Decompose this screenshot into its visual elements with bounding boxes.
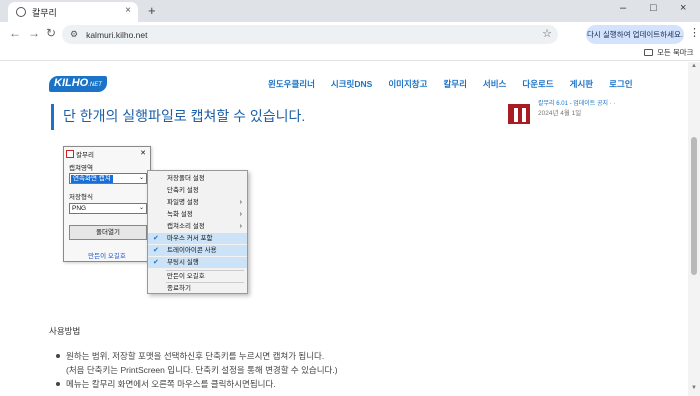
tab-kalmuri[interactable]: 칼무리 ×: [8, 2, 138, 22]
menu-item-label: 파일명 설정: [167, 199, 199, 206]
menu-item-label: 저장폴더 설정: [167, 175, 205, 182]
check-icon: ✔: [153, 259, 159, 266]
menu-kebab-icon[interactable]: ⋮: [689, 26, 700, 39]
tab-title: 칼무리: [32, 7, 57, 18]
address-bar[interactable]: ⚙ kalmuri.kilho.net ☆: [62, 25, 558, 44]
save-format-value: PNG: [72, 205, 87, 212]
back-icon[interactable]: ←: [9, 26, 21, 40]
bookmarks-bar: 모든 북마크: [0, 46, 700, 61]
menu-item-capture-sound[interactable]: 캡쳐소리 설정 ›: [148, 221, 247, 232]
logo-text: KILHO: [54, 77, 89, 89]
post-thumbnail[interactable]: [508, 104, 530, 124]
scroll-up-icon[interactable]: ▲: [691, 63, 697, 69]
nav-link[interactable]: 게시판: [570, 78, 593, 90]
globe-icon: [16, 7, 26, 17]
menu-item-mouse-cursor[interactable]: ✔ 마우스 커서 포함: [148, 233, 247, 244]
scroll-down-icon[interactable]: ▼: [691, 385, 697, 391]
capture-area-label: 캡쳐영역: [69, 165, 93, 172]
scrollbar-thumb[interactable]: [691, 137, 697, 275]
open-folder-button[interactable]: 폴더열기: [69, 225, 147, 240]
chevron-right-icon: ›: [239, 199, 242, 206]
nav-link[interactable]: 서비스: [483, 78, 506, 90]
check-icon: ✔: [153, 247, 159, 254]
list-item-continuation: (처음 단축키는 PrintScreen 입니다. 단축키 설정을 통해 변경할…: [66, 365, 338, 375]
site-nav: 윈도우클리너 시크릿DNS 이미지창고 칼무리 서비스 다운로드 게시판 로그인: [268, 78, 649, 90]
tab-strip: 칼무리 × + – □ ×: [0, 0, 700, 22]
menu-item-recording[interactable]: 녹화 설정 ›: [148, 209, 247, 220]
menu-item-filename[interactable]: 파일명 설정 ›: [148, 197, 247, 208]
capture-area-value: 연속화면 캡쳐: [71, 175, 113, 183]
logo-suffix: .NET: [88, 82, 102, 88]
context-menu: 저장폴더 설정 단축키 설정 파일명 설정 › 녹화 설정 › 캡쳐소리 설정 › ✔…: [147, 170, 248, 294]
maximize-button[interactable]: □: [650, 2, 657, 14]
menu-item-label: 만든이 오길호: [167, 273, 205, 280]
menu-item-hotkey[interactable]: 단축키 설정: [148, 185, 247, 196]
browser-window: 칼무리 × + – □ × ← → ↻ ⚙ kalmuri.kilho.net …: [0, 0, 700, 396]
forward-icon[interactable]: →: [28, 26, 40, 40]
app-titlebar: 칼무리: [66, 149, 94, 159]
app-title: 칼무리: [76, 152, 94, 159]
capture-area-select[interactable]: 연속화면 캡쳐 ⌄: [69, 173, 147, 184]
web-page: KILHO.NET 윈도우클리너 시크릿DNS 이미지창고 칼무리 서비스 다운…: [0, 62, 688, 396]
list-item: 원하는 범위, 저장할 포맷을 선택하신후 단축키를 누르시면 캡쳐가 됩니다.: [56, 349, 338, 363]
nav-link[interactable]: 윈도우클리너: [268, 78, 315, 90]
menu-item-label: 종료하기: [167, 285, 191, 292]
site-info-icon[interactable]: ⚙: [70, 29, 78, 40]
menu-item-label: 녹화 설정: [167, 211, 193, 218]
menu-item-tray-icon[interactable]: ✔ 트레이아이콘 사용: [148, 245, 247, 256]
all-bookmarks-button[interactable]: 모든 북마크: [644, 47, 694, 58]
kalmuri-app-window: 칼무리 ✕ 캡쳐영역 연속화면 캡쳐 ⌄ 저장형식 PNG ⌄ 폴더열기 만든이…: [63, 146, 151, 262]
chevron-down-icon: ⌄: [138, 205, 144, 211]
new-tab-button[interactable]: +: [148, 3, 156, 18]
page-scrollbar[interactable]: ▲ ▼: [688, 62, 700, 396]
menu-item-author[interactable]: 만든이 오길호: [148, 271, 247, 282]
page-headline: 단 한개의 실행파일로 캡쳐할 수 있습니다.: [51, 104, 305, 130]
folder-icon: [644, 49, 653, 56]
menu-item-startup[interactable]: ✔ 부팅시 실행: [148, 257, 247, 268]
chevron-right-icon: ›: [239, 223, 242, 230]
nav-link[interactable]: 로그인: [609, 78, 632, 90]
sidebar-post-date: 2024년 4월 1일: [538, 110, 582, 117]
menu-item-label: 단축키 설정: [167, 187, 199, 194]
reload-icon[interactable]: ↻: [46, 26, 56, 40]
menu-item-label: 트레이아이콘 사용: [167, 247, 217, 254]
sidebar-post-title[interactable]: 칼무리 6.01 - 업데이트 공지 · ·: [538, 98, 615, 107]
nav-link[interactable]: 칼무리: [443, 78, 466, 90]
bookmark-star-icon[interactable]: ☆: [542, 27, 552, 40]
all-bookmarks-label: 모든 북마크: [657, 48, 694, 57]
close-icon[interactable]: ✕: [140, 149, 146, 157]
list-item: 메뉴는 칼무리 화면에서 오른쪽 마우스를 클릭하시면됩니다.: [56, 377, 338, 391]
menu-item-label: 부팅시 실행: [167, 259, 199, 266]
nav-link[interactable]: 다운로드: [522, 78, 553, 90]
menu-item-save-folder[interactable]: 저장폴더 설정: [148, 173, 247, 184]
minimize-button[interactable]: –: [620, 2, 626, 14]
save-format-select[interactable]: PNG ⌄: [69, 203, 147, 214]
chevron-right-icon: ›: [239, 211, 242, 218]
menu-item-label: 캡쳐소리 설정: [167, 223, 205, 230]
author-link[interactable]: 만든이 오길호: [64, 250, 150, 260]
chevron-down-icon: ⌄: [138, 175, 144, 181]
browser-toolbar: ← → ↻ ⚙ kalmuri.kilho.net ☆ 다시 실행하여 업데이트…: [0, 22, 700, 46]
app-icon: [66, 150, 74, 158]
usage-list: 원하는 범위, 저장할 포맷을 선택하신후 단축키를 누르시면 캡쳐가 됩니다.…: [56, 349, 338, 391]
nav-link[interactable]: 이미지창고: [388, 78, 427, 90]
save-format-label: 저장형식: [69, 194, 93, 201]
menu-item-label: 마우스 커서 포함: [167, 235, 213, 242]
nav-link[interactable]: 시크릿DNS: [331, 78, 372, 90]
site-logo[interactable]: KILHO.NET: [49, 76, 107, 92]
url-text: kalmuri.kilho.net: [86, 29, 148, 40]
close-window-button[interactable]: ×: [680, 2, 686, 14]
update-button[interactable]: 다시 실행하여 업데이트하세요.: [586, 25, 684, 44]
usage-heading: 사용방법: [49, 326, 81, 336]
tab-close-icon[interactable]: ×: [125, 5, 131, 16]
check-icon: ✔: [153, 235, 159, 242]
menu-item-exit[interactable]: 종료하기: [148, 283, 247, 294]
